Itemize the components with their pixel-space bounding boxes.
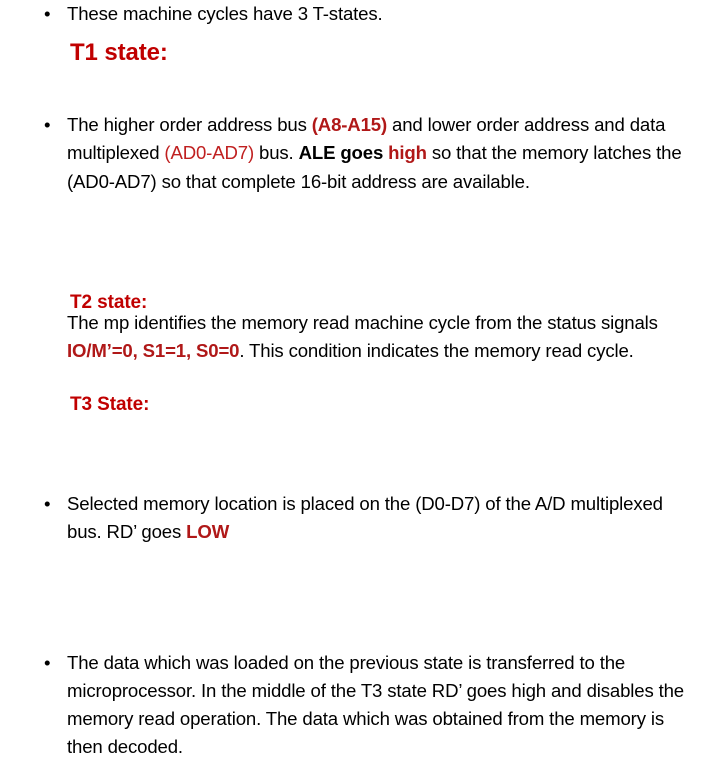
intro-bullet-paragraph: • These machine cycles have 3 T-states. <box>0 0 720 28</box>
t1-run-ad0-ad7: (AD0-AD7) <box>164 142 254 164</box>
slide-canvas: • These machine cycles have 3 T-states. … <box>0 0 720 757</box>
t1-run-1: The higher order address bus <box>67 114 312 136</box>
t1-body-bullet-paragraph: • The higher order address bus (A8-A15) … <box>0 111 720 196</box>
bullet-marker: • <box>44 114 51 136</box>
heading-t3-state: T3 State: <box>70 394 150 415</box>
t1-status-signals: IO/M’=0, S1=1, S0=0 <box>67 340 240 362</box>
t1-run-ale-goes: ALE goes <box>298 142 389 164</box>
t3-run-1: The data which was loaded on the previou… <box>67 651 685 758</box>
bullet-marker: • <box>44 493 51 515</box>
t2-body-bullet-paragraph: • Selected memory location is placed on … <box>0 490 720 546</box>
t1-status-paragraph: The mp identifies the memory read machin… <box>0 309 720 365</box>
t2-run-low: LOW <box>186 521 230 543</box>
bullet-marker: • <box>44 3 51 24</box>
t1-run-a8-a15: (A8-A15) <box>311 114 388 136</box>
t3-body-bullet-paragraph: • The data which was loaded on the previ… <box>0 649 720 761</box>
t1-status-run-3: . This condition indicates the memory re… <box>239 340 634 362</box>
heading-t2-state: T2 state: <box>70 292 148 313</box>
heading-t1-state: T1 state: <box>70 39 168 66</box>
intro-text: These machine cycles have 3 T-states. <box>67 3 383 24</box>
t1-run-high: high <box>388 142 427 164</box>
t2-run-1: Selected memory location is placed on th… <box>67 493 663 543</box>
t1-run-5: bus. <box>254 142 299 164</box>
bullet-marker: • <box>44 651 51 673</box>
